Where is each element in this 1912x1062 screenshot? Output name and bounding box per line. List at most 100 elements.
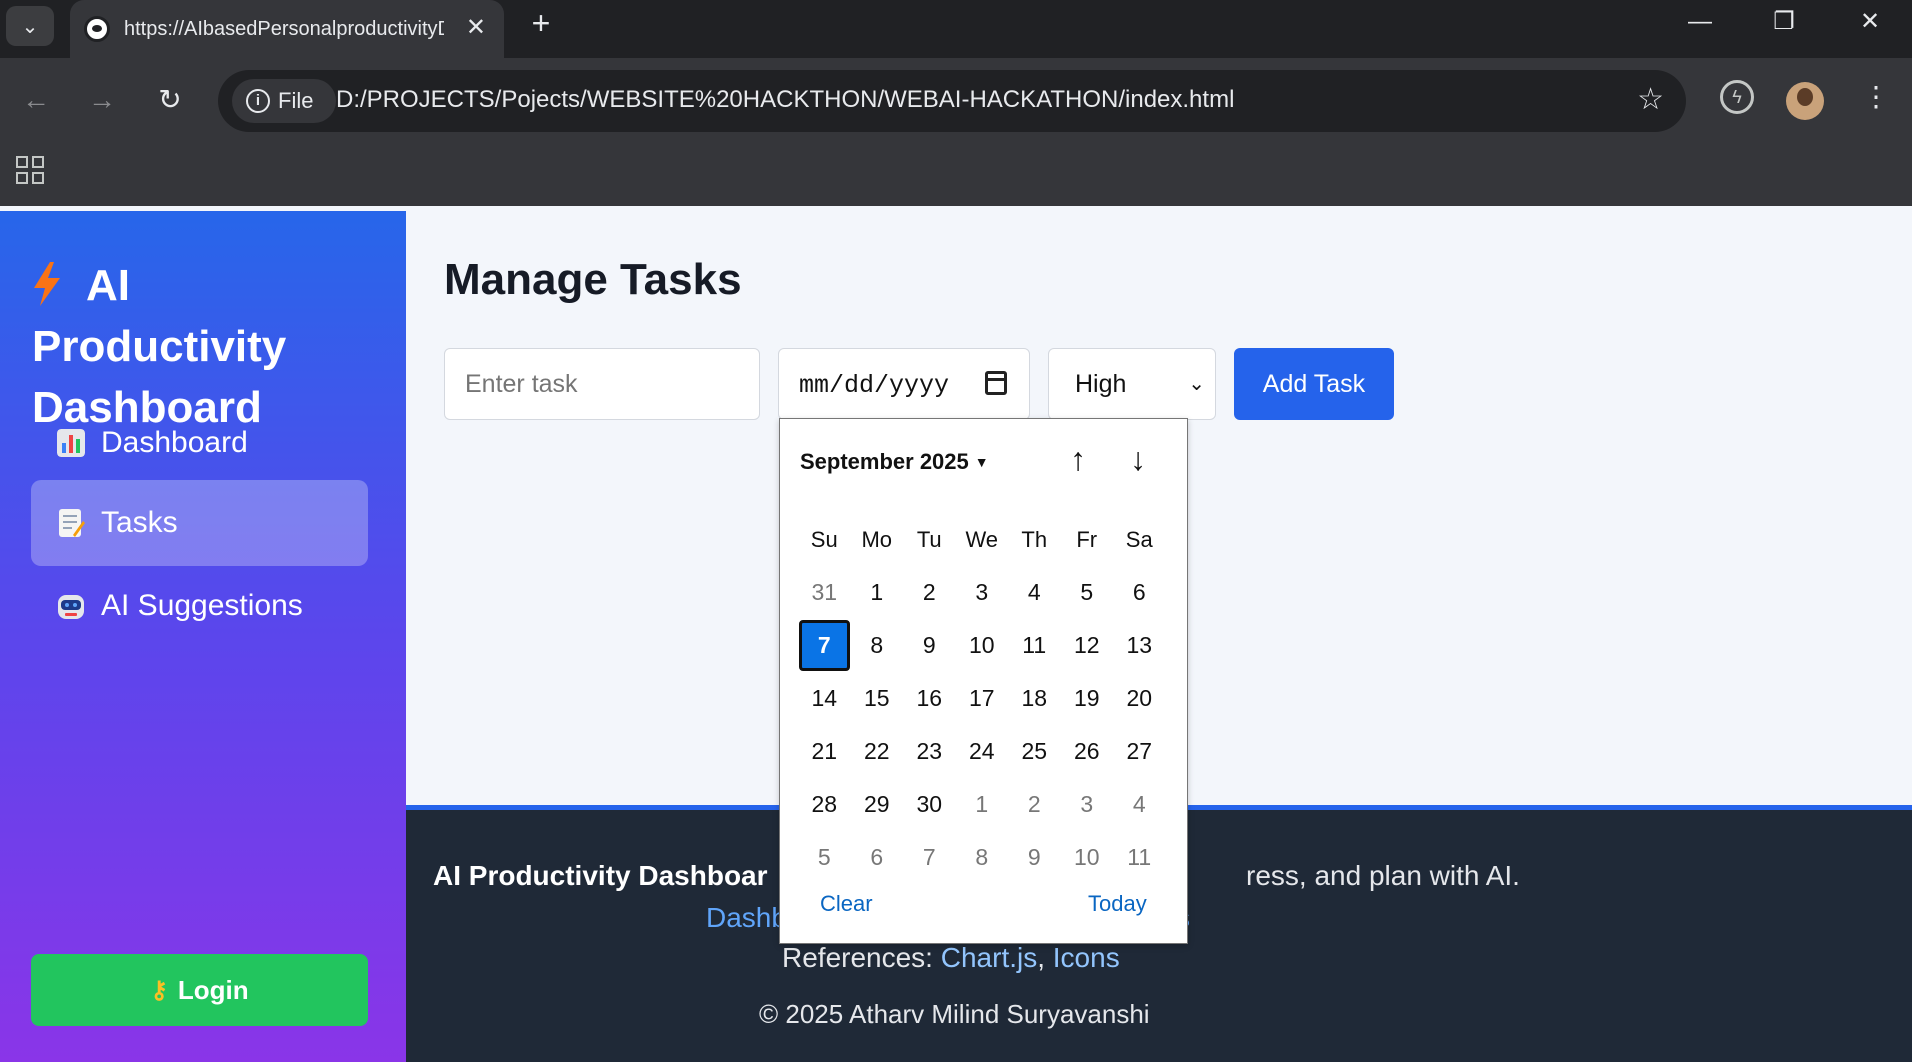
site-info-label: File	[278, 88, 314, 113]
previous-month-arrow-icon[interactable]: ↑	[1060, 441, 1096, 478]
calendar-day[interactable]: 31	[798, 566, 851, 619]
weekday-header: Su	[810, 526, 838, 552]
browser-tab[interactable]: https://AIbasedPersonalproductivityDashb…	[70, 0, 504, 58]
calendar-day[interactable]: 22	[851, 725, 904, 778]
chartjs-link[interactable]: Chart.js	[941, 942, 1037, 973]
page-title: Manage Tasks	[444, 255, 742, 304]
footer-link-dashboard[interactable]: Dashb	[706, 902, 787, 933]
caret-down-icon: ▼	[974, 454, 989, 470]
more-options-icon[interactable]: ⋮	[1862, 80, 1890, 113]
apps-grid-icon[interactable]	[16, 156, 44, 184]
chevron-down-icon: ⌄	[1188, 373, 1205, 395]
calendar-day[interactable]: 5	[798, 831, 851, 884]
sidebar-item-ai-suggestions[interactable]: AI Suggestions	[31, 563, 368, 649]
calendar-day[interactable]: 10	[1061, 831, 1114, 884]
calendar-day[interactable]: 3	[956, 566, 1009, 619]
tab-title: https://AIbasedPersonalproductivityDashb…	[124, 17, 444, 40]
sidebar-item-tasks[interactable]: Tasks	[31, 480, 368, 566]
new-tab-plus-icon[interactable]: +	[524, 6, 558, 40]
calendar-day[interactable]: 25	[1008, 725, 1061, 778]
calendar-day[interactable]: 13	[1113, 619, 1166, 672]
memo-icon	[59, 509, 85, 537]
due-date-input[interactable]: mm/dd/yyyy	[778, 348, 1030, 420]
calendar-day[interactable]: 4	[1113, 778, 1166, 831]
minimize-icon[interactable]: —	[1680, 8, 1720, 36]
tab-close-icon[interactable]: ✕	[466, 14, 486, 42]
month-year-dropdown[interactable]: September 2025 ▼	[800, 449, 989, 475]
calendar-day[interactable]: 2	[903, 566, 956, 619]
address-bar[interactable]: i File D:/PROJECTS/Pojects/WEBSITE%20HAC…	[218, 70, 1686, 132]
close-window-icon[interactable]: ✕	[1850, 8, 1890, 36]
browser-toolbar: ← → ↻ i File D:/PROJECTS/Pojects/WEBSITE…	[0, 58, 1912, 206]
calendar-day[interactable]: 27	[1113, 725, 1166, 778]
calendar-day[interactable]: 8	[851, 619, 904, 672]
calendar-day[interactable]: 24	[956, 725, 1009, 778]
calendar-day[interactable]: 1	[851, 566, 904, 619]
forward-arrow-icon[interactable]: →	[82, 80, 122, 120]
sidebar-item-dashboard[interactable]: Dashboard	[31, 400, 368, 486]
calendar-day[interactable]: 6	[1113, 566, 1166, 619]
calendar-day[interactable]: 16	[903, 672, 956, 725]
calendar-day[interactable]: 3	[1061, 778, 1114, 831]
weekday-header: Th	[1021, 526, 1048, 552]
back-arrow-icon[interactable]: ←	[16, 80, 56, 120]
calendar-day[interactable]: 4	[1008, 566, 1061, 619]
login-button[interactable]: ⚷ Login	[31, 954, 368, 1026]
weekday-header: Mo	[861, 526, 893, 552]
sidebar-item-label: Dashboard	[101, 426, 248, 459]
key-icon: ⚷	[150, 976, 168, 1004]
calendar-day[interactable]: 28	[798, 778, 851, 831]
clear-button[interactable]: Clear	[820, 891, 873, 917]
calendar-day[interactable]: 5	[1061, 566, 1114, 619]
add-task-button[interactable]: Add Task	[1234, 348, 1394, 420]
calendar-day[interactable]: 15	[851, 672, 904, 725]
calendar-day[interactable]: 18	[1008, 672, 1061, 725]
calendar-day[interactable]: 20	[1113, 672, 1166, 725]
url-text[interactable]: D:/PROJECTS/Pojects/WEBSITE%20HACKTHON/W…	[336, 86, 1234, 114]
browser-tab-bar: ⌄ https://AIbasedPersonalproductivityDas…	[0, 0, 1912, 58]
calendar-day[interactable]: 21	[798, 725, 851, 778]
extension-bolt-icon[interactable]: ϟ	[1720, 80, 1754, 114]
calendar-day[interactable]: 11	[1113, 831, 1166, 884]
calendar-day[interactable]: 6	[851, 831, 904, 884]
priority-select[interactable]: High ⌄	[1048, 348, 1216, 420]
calendar-day[interactable]: 11	[1008, 619, 1061, 672]
reload-icon[interactable]: ↻	[150, 80, 190, 120]
bookmark-star-icon[interactable]: ☆	[1637, 82, 1664, 117]
calendar-day[interactable]: 19	[1061, 672, 1114, 725]
calendar-day[interactable]: 1	[956, 778, 1009, 831]
priority-value: High	[1075, 369, 1127, 398]
calendar-day[interactable]: 12	[1061, 619, 1114, 672]
today-button[interactable]: Today	[1088, 891, 1147, 917]
calendar-day[interactable]: 2	[1008, 778, 1061, 831]
calendar-day[interactable]: 30	[903, 778, 956, 831]
calendar-day-selected[interactable]: 7	[799, 620, 850, 671]
calendar-day[interactable]: 26	[1061, 725, 1114, 778]
next-month-arrow-icon[interactable]: ↓	[1120, 441, 1156, 478]
restore-icon[interactable]: ❐	[1764, 8, 1804, 36]
lightning-bolt-icon	[34, 262, 60, 306]
calendar-day[interactable]: 9	[1008, 831, 1061, 884]
calendar-day[interactable]: 29	[851, 778, 904, 831]
robot-icon	[58, 595, 84, 619]
sidebar: AI Productivity Dashboard Dashboard Task…	[0, 211, 406, 1062]
calendar-day[interactable]: 17	[956, 672, 1009, 725]
site-info-chip[interactable]: i File	[232, 79, 336, 123]
sidebar-item-label: AI Suggestions	[101, 589, 303, 622]
calendar-day[interactable]: 7	[903, 831, 956, 884]
calendar-day[interactable]: 23	[903, 725, 956, 778]
info-icon: i	[246, 89, 270, 113]
date-picker-popup: September 2025 ▼ ↑ ↓ Su Mo Tu We Th Fr Sa 31 1 2 3 4…	[779, 418, 1188, 944]
weekday-header: Sa	[1125, 526, 1153, 552]
profile-avatar[interactable]	[1786, 82, 1824, 120]
icons-link[interactable]: Icons	[1053, 942, 1120, 973]
task-input[interactable]	[444, 348, 760, 420]
footer-tagline: AI Productivity Dashboar ress, and plan …	[433, 860, 1520, 892]
calendar-day[interactable]: 14	[798, 672, 851, 725]
calendar-day[interactable]: 8	[956, 831, 1009, 884]
calendar-icon[interactable]	[985, 371, 1007, 395]
date-placeholder: mm/dd/yyyy	[799, 371, 950, 400]
calendar-day[interactable]: 10	[956, 619, 1009, 672]
calendar-day[interactable]: 9	[903, 619, 956, 672]
tab-search-chevron-icon[interactable]: ⌄	[6, 6, 54, 46]
